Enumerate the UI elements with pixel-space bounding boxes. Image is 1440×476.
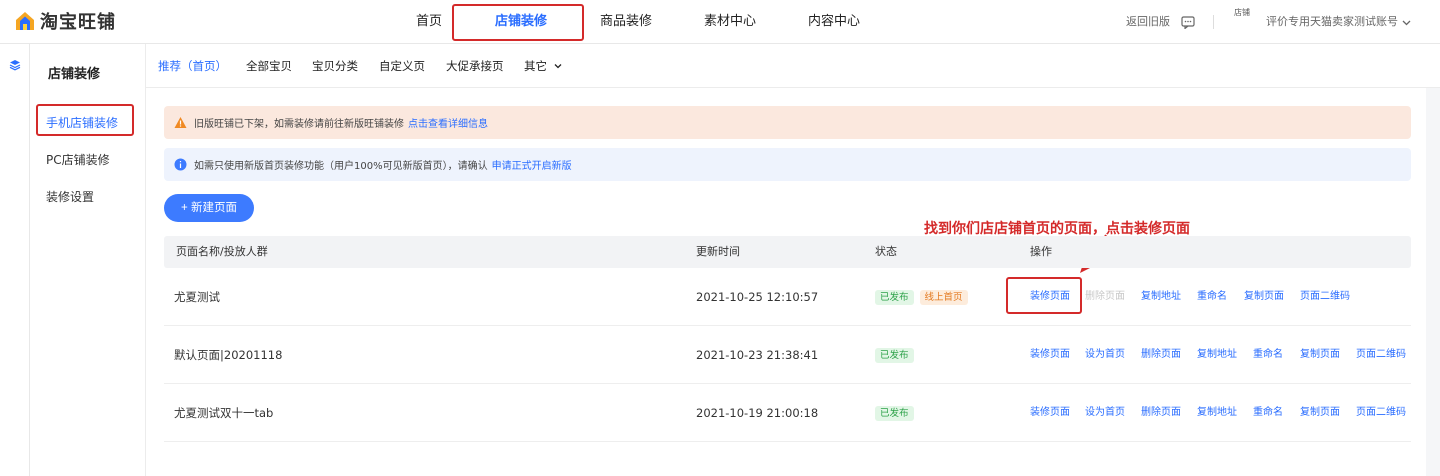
logo-text: 淘宝旺铺: [40, 12, 116, 33]
instruction-annotation: 找到你们店店铺首页的页面，点击装修页面: [924, 221, 1190, 237]
table-row: 尤夏测试双十一tab 2021-10-19 21:00:18 已发布 装修页面 …: [164, 384, 1411, 442]
chevron-down-icon: [554, 64, 562, 69]
main-content: 旧版旺铺已下架，如需装修请前往新版旺铺装修 点击查看详细信息 如需只使用新版首页…: [146, 88, 1426, 476]
message-icon[interactable]: [1181, 16, 1195, 29]
layers-icon[interactable]: [9, 59, 21, 71]
pages-table: 页面名称/投放人群 更新时间 状态 操作 尤夏测试 2021-10-25 12:…: [164, 236, 1411, 442]
rename-link[interactable]: 重命名: [1253, 384, 1283, 442]
tab-custom-pages[interactable]: 自定义页: [379, 44, 425, 88]
update-time: 2021-10-25 12:10:57: [696, 290, 819, 304]
status-cell: 已发布: [875, 384, 920, 442]
nav-highlight-box: [452, 4, 584, 41]
tab-all-items[interactable]: 全部宝贝: [246, 44, 292, 88]
page-name: 尤夏测试双十一tab: [174, 406, 274, 420]
delete-page-link: 删除页面: [1085, 291, 1125, 302]
side-menu: 店铺装修 手机店铺装修 PC店铺装修 装修设置: [30, 44, 146, 476]
info-text: 如需只使用新版首页装修功能（用户100%可见新版首页），请确认: [194, 161, 488, 172]
sidebar-item-pc-decoration[interactable]: PC店铺装修: [46, 151, 110, 168]
left-rail: [0, 44, 30, 476]
nav-content-center[interactable]: 内容中心: [808, 0, 860, 44]
tab-promotion-pages[interactable]: 大促承接页: [446, 44, 504, 88]
warning-alert: 旧版旺铺已下架，如需装修请前往新版旺铺装修 点击查看详细信息: [164, 106, 1411, 139]
homepage-badge: 线上首页: [919, 290, 968, 305]
status-badge: 已发布: [875, 290, 914, 305]
set-home-link[interactable]: 设为首页: [1085, 326, 1125, 384]
header-operations: 操作: [1030, 245, 1052, 258]
chevron-down-icon[interactable]: [1402, 18, 1411, 27]
info-alert: 如需只使用新版首页装修功能（用户100%可见新版首页），请确认 申请正式开启新版: [164, 148, 1411, 181]
house-logo-icon: [16, 12, 34, 30]
copy-address-link[interactable]: 复制地址: [1141, 268, 1181, 326]
decorate-page-link[interactable]: 装修页面: [1030, 384, 1070, 442]
copy-page-link[interactable]: 复制页面: [1244, 268, 1284, 326]
new-page-button[interactable]: + 新建页面: [164, 194, 254, 222]
side-menu-title: 店铺装修: [48, 67, 101, 82]
avatar[interactable]: 店铺: [1234, 8, 1258, 36]
tab-recommend-home[interactable]: 推荐（首页）: [158, 44, 227, 88]
status-cell: 已发布 线上首页: [875, 268, 974, 326]
copy-address-link[interactable]: 复制地址: [1197, 326, 1237, 384]
logo[interactable]: 淘宝旺铺: [14, 8, 116, 34]
header-page-name: 页面名称/投放人群: [176, 245, 268, 258]
page-qrcode-link[interactable]: 页面二维码: [1356, 384, 1406, 442]
delete-page-link[interactable]: 删除页面: [1141, 384, 1181, 442]
copy-address-link[interactable]: 复制地址: [1197, 384, 1237, 442]
status-badge: 已发布: [875, 348, 914, 363]
copy-page-link[interactable]: 复制页面: [1300, 384, 1340, 442]
apply-new-version-link[interactable]: 申请正式开启新版: [492, 157, 572, 172]
nav-home[interactable]: 首页: [416, 0, 442, 44]
top-divider: [1213, 15, 1214, 29]
sidebar-item-decoration-settings[interactable]: 装修设置: [46, 188, 94, 205]
page-qrcode-link[interactable]: 页面二维码: [1300, 268, 1350, 326]
table-header: 页面名称/投放人群 更新时间 状态 操作: [164, 236, 1411, 268]
header-update-time: 更新时间: [696, 245, 740, 258]
table-row: 默认页面|20201118 2021-10-23 21:38:41 已发布 装修…: [164, 326, 1411, 384]
tab-others[interactable]: 其它: [524, 44, 562, 88]
tab-item-categories[interactable]: 宝贝分类: [312, 44, 358, 88]
warning-text: 旧版旺铺已下架，如需装修请前往新版旺铺装修: [194, 119, 404, 130]
page-name: 默认页面|20201118: [174, 348, 283, 362]
header-status: 状态: [875, 245, 897, 258]
nav-product-decoration[interactable]: 商品装修: [600, 0, 652, 44]
update-time: 2021-10-19 21:00:18: [696, 406, 819, 420]
top-navigation: 淘宝旺铺 首页 店铺装修 商品装修 素材中心 内容中心 返回旧版 店铺 评价专用…: [0, 0, 1440, 44]
warning-icon: [174, 117, 187, 128]
page-name: 尤夏测试: [174, 290, 220, 304]
tab-others-label: 其它: [524, 59, 547, 73]
decorate-page-link[interactable]: 装修页面: [1030, 268, 1070, 326]
rename-link[interactable]: 重命名: [1197, 268, 1227, 326]
nav-material-center[interactable]: 素材中心: [704, 0, 756, 44]
status-badge: 已发布: [875, 406, 914, 421]
back-to-old-link[interactable]: 返回旧版: [1126, 0, 1170, 44]
warning-detail-link[interactable]: 点击查看详细信息: [408, 115, 488, 130]
rename-link[interactable]: 重命名: [1253, 326, 1283, 384]
decorate-page-link[interactable]: 装修页面: [1030, 326, 1070, 384]
delete-page-link[interactable]: 删除页面: [1141, 326, 1181, 384]
page-qrcode-link[interactable]: 页面二维码: [1356, 326, 1406, 384]
account-name[interactable]: 评价专用天猫卖家测试账号: [1266, 0, 1398, 44]
sidebar-item-mobile-decoration[interactable]: 手机店铺装修: [46, 114, 118, 131]
sub-tabs: 推荐（首页） 全部宝贝 宝贝分类 自定义页 大促承接页 其它: [146, 44, 1440, 88]
status-cell: 已发布: [875, 326, 920, 384]
table-row: 尤夏测试 2021-10-25 12:10:57 已发布 线上首页 装修页面 删除…: [164, 268, 1411, 326]
info-icon: [174, 158, 187, 171]
set-home-link[interactable]: 设为首页: [1085, 384, 1125, 442]
update-time: 2021-10-23 21:38:41: [696, 348, 819, 362]
copy-page-link[interactable]: 复制页面: [1300, 326, 1340, 384]
